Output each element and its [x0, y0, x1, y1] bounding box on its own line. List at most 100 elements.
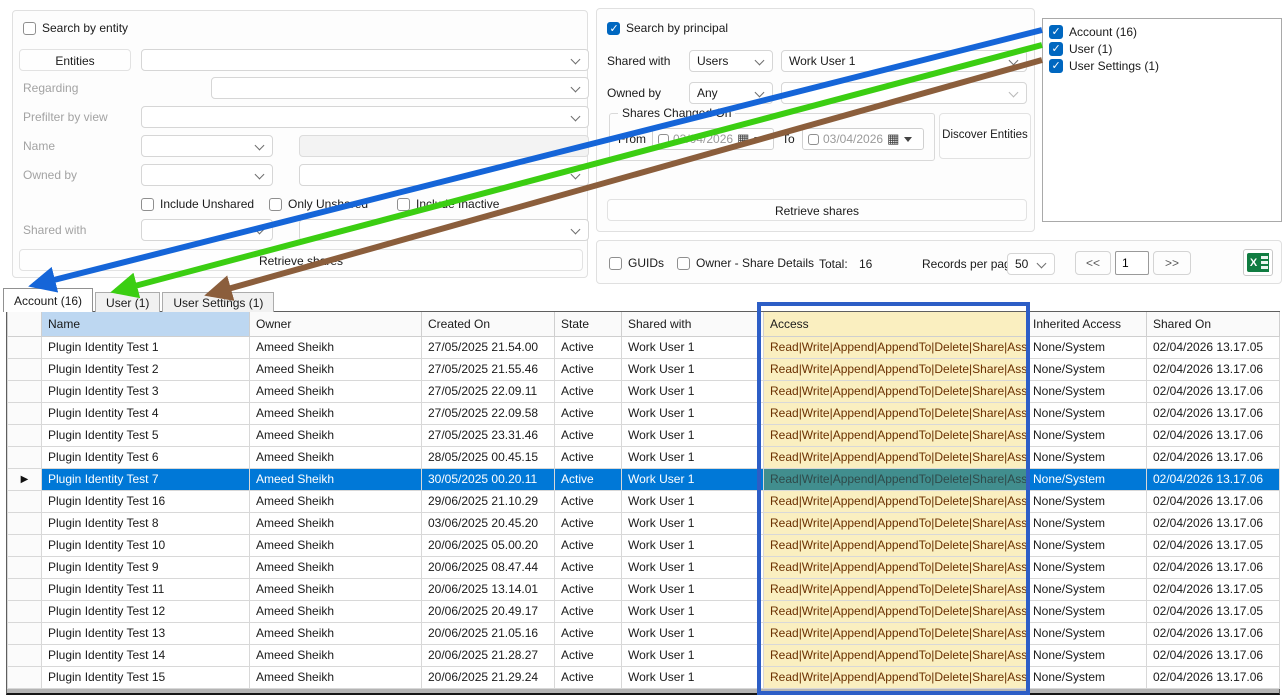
cell-owner[interactable]: Ameed Sheikh: [250, 666, 422, 688]
tab-user-settings[interactable]: User Settings (1): [162, 292, 274, 312]
cell-created-on[interactable]: 20/06/2025 13.14.01: [422, 578, 555, 600]
cell-state[interactable]: Active: [555, 402, 622, 424]
cell-created-on[interactable]: 20/06/2025 05.00.20: [422, 534, 555, 556]
include-inactive-checkbox[interactable]: Include Inactive: [397, 197, 499, 211]
cell-name[interactable]: Plugin Identity Test 16: [42, 490, 250, 512]
cell-created-on[interactable]: 27/05/2025 23.31.46: [422, 424, 555, 446]
cell-inherited-access[interactable]: None/System: [1027, 402, 1147, 424]
cell-state[interactable]: Active: [555, 358, 622, 380]
cell-inherited-access[interactable]: None/System: [1027, 336, 1147, 358]
cell-access[interactable]: Read|Write|Append|AppendTo|Delete|Share|…: [764, 534, 1027, 556]
cell-access[interactable]: Read|Write|Append|AppendTo|Delete|Share|…: [764, 358, 1027, 380]
cell-access[interactable]: Read|Write|Append|AppendTo|Delete|Share|…: [764, 644, 1027, 666]
cell-name[interactable]: Plugin Identity Test 1: [42, 336, 250, 358]
table-row[interactable]: Plugin Identity Test 11Ameed Sheikh20/06…: [8, 578, 1280, 600]
cell-state[interactable]: Active: [555, 534, 622, 556]
name-operator-combobox[interactable]: [141, 135, 273, 157]
row-selector[interactable]: [8, 358, 42, 380]
listbox-item[interactable]: User (1): [1049, 40, 1275, 57]
table-row[interactable]: Plugin Identity Test 10Ameed Sheikh20/06…: [8, 534, 1280, 556]
row-selector[interactable]: [8, 644, 42, 666]
cell-access[interactable]: Read|Write|Append|AppendTo|Delete|Share|…: [764, 600, 1027, 622]
shared-with-operator-combobox[interactable]: [141, 219, 273, 241]
cell-access[interactable]: Read|Write|Append|AppendTo|Delete|Share|…: [764, 578, 1027, 600]
search-by-entity-checkbox[interactable]: Search by entity: [23, 21, 128, 35]
cell-shared-with[interactable]: Work User 1: [622, 468, 764, 490]
row-selector[interactable]: [8, 380, 42, 402]
cell-shared-with[interactable]: Work User 1: [622, 358, 764, 380]
cell-shared-with[interactable]: Work User 1: [622, 380, 764, 402]
cell-shared-on[interactable]: 02/04/2026 13.17.06: [1147, 644, 1280, 666]
principal-owned-by-combobox[interactable]: Any: [689, 82, 773, 104]
cell-access[interactable]: Read|Write|Append|AppendTo|Delete|Share|…: [764, 446, 1027, 468]
name-textbox[interactable]: [299, 135, 589, 157]
cell-inherited-access[interactable]: None/System: [1027, 600, 1147, 622]
cell-shared-with[interactable]: Work User 1: [622, 424, 764, 446]
cell-name[interactable]: Plugin Identity Test 10: [42, 534, 250, 556]
cell-owner[interactable]: Ameed Sheikh: [250, 490, 422, 512]
cell-shared-with[interactable]: Work User 1: [622, 578, 764, 600]
cell-shared-on[interactable]: 02/04/2026 13.17.06: [1147, 402, 1280, 424]
cell-state[interactable]: Active: [555, 336, 622, 358]
cell-inherited-access[interactable]: None/System: [1027, 468, 1147, 490]
guids-checkbox[interactable]: GUIDs: [609, 256, 664, 270]
cell-shared-on[interactable]: 02/04/2026 13.17.05: [1147, 600, 1280, 622]
cell-created-on[interactable]: 20/06/2025 21.29.24: [422, 666, 555, 688]
discover-entities-button[interactable]: Discover Entities: [939, 113, 1031, 159]
cell-shared-on[interactable]: 02/04/2026 13.17.06: [1147, 468, 1280, 490]
cell-state[interactable]: Active: [555, 380, 622, 402]
principal-owned-by-value-combobox[interactable]: [781, 82, 1027, 104]
row-selector[interactable]: [8, 666, 42, 688]
cell-shared-on[interactable]: 02/04/2026 13.17.06: [1147, 622, 1280, 644]
owner-share-details-checkbox[interactable]: Owner - Share Details: [677, 256, 814, 270]
cell-shared-with[interactable]: Work User 1: [622, 600, 764, 622]
include-unshared-checkbox[interactable]: Include Unshared: [141, 197, 254, 211]
cell-created-on[interactable]: 27/05/2025 21.54.00: [422, 336, 555, 358]
cell-inherited-access[interactable]: None/System: [1027, 424, 1147, 446]
entity-results-listbox[interactable]: Account (16)User (1)User Settings (1): [1042, 18, 1282, 222]
cell-name[interactable]: Plugin Identity Test 7: [42, 468, 250, 490]
cell-shared-on[interactable]: 02/04/2026 13.17.06: [1147, 666, 1280, 688]
row-selector-header[interactable]: [8, 312, 42, 336]
cell-access[interactable]: Read|Write|Append|AppendTo|Delete|Share|…: [764, 490, 1027, 512]
row-selector[interactable]: [8, 512, 42, 534]
shared-with-value-combobox[interactable]: [299, 219, 589, 241]
table-row[interactable]: Plugin Identity Test 12Ameed Sheikh20/06…: [8, 600, 1280, 622]
cell-access[interactable]: Read|Write|Append|AppendTo|Delete|Share|…: [764, 402, 1027, 424]
only-unshared-checkbox[interactable]: Only Unshared: [269, 197, 368, 211]
cell-inherited-access[interactable]: None/System: [1027, 556, 1147, 578]
cell-state[interactable]: Active: [555, 556, 622, 578]
prefilter-combobox[interactable]: [141, 106, 589, 128]
cell-name[interactable]: Plugin Identity Test 9: [42, 556, 250, 578]
column-header-owner[interactable]: Owner: [250, 312, 422, 336]
cell-shared-with[interactable]: Work User 1: [622, 490, 764, 512]
row-selector[interactable]: [8, 600, 42, 622]
cell-shared-on[interactable]: 02/04/2026 13.17.06: [1147, 424, 1280, 446]
page-number-input[interactable]: [1115, 251, 1149, 275]
to-date-picker[interactable]: 03/04/2026 ▦: [802, 128, 924, 150]
cell-owner[interactable]: Ameed Sheikh: [250, 380, 422, 402]
cell-created-on[interactable]: 27/05/2025 22.09.58: [422, 402, 555, 424]
column-header-state[interactable]: State: [555, 312, 622, 336]
entities-combobox[interactable]: [141, 49, 589, 71]
cell-name[interactable]: Plugin Identity Test 15: [42, 666, 250, 688]
column-header-access[interactable]: Access: [764, 312, 1027, 336]
column-header-created-on[interactable]: Created On: [422, 312, 555, 336]
cell-owner[interactable]: Ameed Sheikh: [250, 534, 422, 556]
cell-access[interactable]: Read|Write|Append|AppendTo|Delete|Share|…: [764, 380, 1027, 402]
table-row[interactable]: Plugin Identity Test 2Ameed Sheikh27/05/…: [8, 358, 1280, 380]
cell-state[interactable]: Active: [555, 666, 622, 688]
cell-access[interactable]: Read|Write|Append|AppendTo|Delete|Share|…: [764, 512, 1027, 534]
cell-shared-with[interactable]: Work User 1: [622, 336, 764, 358]
cell-shared-with[interactable]: Work User 1: [622, 446, 764, 468]
cell-created-on[interactable]: 30/05/2025 00.20.11: [422, 468, 555, 490]
cell-state[interactable]: Active: [555, 424, 622, 446]
cell-access[interactable]: Read|Write|Append|AppendTo|Delete|Share|…: [764, 622, 1027, 644]
cell-shared-with[interactable]: Work User 1: [622, 666, 764, 688]
cell-access[interactable]: Read|Write|Append|AppendTo|Delete|Share|…: [764, 336, 1027, 358]
cell-created-on[interactable]: 03/06/2025 20.45.20: [422, 512, 555, 534]
principal-type-combobox[interactable]: Users: [689, 50, 773, 72]
cell-shared-on[interactable]: 02/04/2026 13.17.05: [1147, 578, 1280, 600]
cell-shared-on[interactable]: 02/04/2026 13.17.05: [1147, 336, 1280, 358]
row-selector[interactable]: [8, 446, 42, 468]
